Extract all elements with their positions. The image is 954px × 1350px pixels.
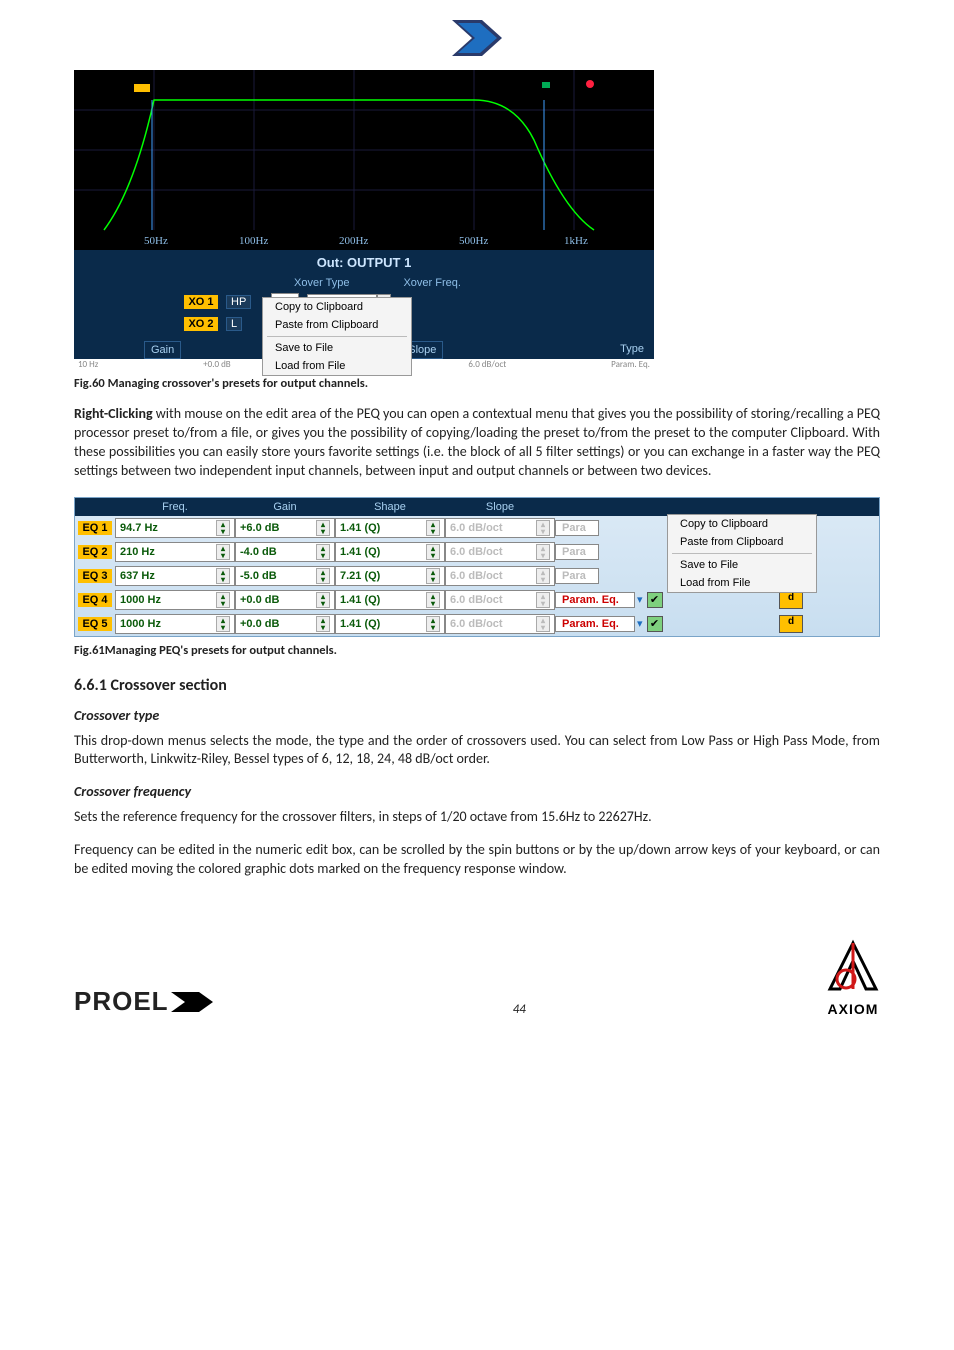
eq-slope[interactable]: 6.0 dB/oct▴▾ bbox=[445, 590, 555, 610]
output-title: Out: OUTPUT 1 bbox=[74, 250, 654, 275]
hdr-gain: Gain bbox=[235, 501, 335, 513]
eq-slope[interactable]: 6.0 dB/oct▴▾ bbox=[445, 614, 555, 634]
xo1-mode[interactable]: HP bbox=[226, 295, 251, 309]
right-click-paragraph: Right-Clicking with mouse on the edit ar… bbox=[74, 405, 880, 481]
svg-text:500Hz: 500Hz bbox=[459, 235, 488, 247]
svg-text:100Hz: 100Hz bbox=[239, 235, 268, 247]
hdr-freq: Freq. bbox=[115, 501, 235, 513]
xo2-mode[interactable]: L bbox=[226, 317, 242, 331]
crossover-freq-heading: Crossover frequency bbox=[74, 783, 880, 800]
hdr-shape: Shape bbox=[335, 501, 445, 513]
fig60-container: 50Hz 100Hz 200Hz 500Hz 1kHz Out: OUTPUT … bbox=[74, 70, 880, 370]
proel-logo: PROEL bbox=[74, 986, 213, 1017]
svg-text:1kHz: 1kHz bbox=[564, 235, 588, 247]
ctx-load[interactable]: Load from File bbox=[263, 357, 411, 375]
eq-gain[interactable]: +0.0 dB▴▾ bbox=[235, 614, 335, 634]
svg-text:50Hz: 50Hz bbox=[144, 235, 168, 247]
eq-row: EQ 51000 Hz▴▾+0.0 dB▴▾1.41 (Q)▴▾6.0 dB/o… bbox=[75, 612, 879, 636]
ctx-copy[interactable]: Copy to Clipboard bbox=[263, 298, 411, 316]
crossover-freq-para2: Frequency can be edited in the numeric e… bbox=[74, 841, 880, 879]
eq-table: Freq. Gain Shape Slope Copy to Clipboard… bbox=[74, 497, 880, 637]
ctx-save[interactable]: Save to File bbox=[263, 339, 411, 357]
eq-gain[interactable]: -5.0 dB▴▾ bbox=[235, 566, 335, 586]
eq-ctx-load[interactable]: Load from File bbox=[668, 574, 816, 592]
crossover-graph: 50Hz 100Hz 200Hz 500Hz 1kHz bbox=[74, 70, 654, 250]
hdr-slope: Slope bbox=[445, 501, 555, 513]
check-icon: ✔ bbox=[647, 592, 663, 608]
check-icon: ✔ bbox=[647, 616, 663, 632]
crossover-freq-para1: Sets the reference frequency for the cro… bbox=[74, 808, 880, 827]
eq-detail-button[interactable]: d bbox=[779, 591, 803, 609]
axiom-logo: AXIOM bbox=[826, 939, 880, 1017]
eq-slope[interactable]: 6.0 dB/oct▴▾ bbox=[445, 518, 555, 538]
page-header-chevron bbox=[74, 20, 880, 60]
eq-freq[interactable]: 637 Hz▴▾ bbox=[115, 566, 235, 586]
eq-type-cell[interactable]: Param. Eq.▾✔ bbox=[555, 616, 775, 632]
eq-freq[interactable]: 1000 Hz▴▾ bbox=[115, 590, 235, 610]
ctx-paste[interactable]: Paste from Clipboard bbox=[263, 316, 411, 334]
eq-gain[interactable]: -4.0 dB▴▾ bbox=[235, 542, 335, 562]
eq-tag: EQ 1 bbox=[78, 521, 112, 535]
crossover-type-heading: Crossover type bbox=[74, 707, 880, 724]
eq-ctx-copy[interactable]: Copy to Clipboard bbox=[668, 515, 816, 533]
eq-shape[interactable]: 1.41 (Q)▴▾ bbox=[335, 542, 445, 562]
eq-ctx-save[interactable]: Save to File bbox=[668, 556, 816, 574]
eq-gain[interactable]: +0.0 dB▴▾ bbox=[235, 590, 335, 610]
gain-label: Gain bbox=[144, 341, 181, 359]
eq-ctx-paste[interactable]: Paste from Clipboard bbox=[668, 533, 816, 551]
xover-context-menu: Copy to Clipboard Paste from Clipboard S… bbox=[262, 297, 412, 376]
eq-slope[interactable]: 6.0 dB/oct▴▾ bbox=[445, 542, 555, 562]
page-footer: PROEL 44 AXIOM bbox=[74, 939, 880, 1017]
eq-shape[interactable]: 1.41 (Q)▴▾ bbox=[335, 590, 445, 610]
eq-ctx-sep bbox=[672, 553, 812, 554]
eq-freq[interactable]: 210 Hz▴▾ bbox=[115, 542, 235, 562]
xover-freq-header: Xover Freq. bbox=[403, 277, 460, 289]
xover-panel: Xover Type Xover Freq. XO 1 HP 50.8 Hz ▴… bbox=[74, 275, 654, 341]
eq-tag: EQ 3 bbox=[78, 569, 112, 583]
eq-shape[interactable]: 1.41 (Q)▴▾ bbox=[335, 518, 445, 538]
xo2-label: XO 2 bbox=[184, 317, 218, 331]
xo1-label: XO 1 bbox=[184, 295, 218, 309]
eq-shape[interactable]: 7.21 (Q)▴▾ bbox=[335, 566, 445, 586]
type-label: Type bbox=[614, 341, 650, 359]
eq-context-menu: Copy to Clipboard Paste from Clipboard S… bbox=[667, 514, 817, 593]
eq-tag: EQ 2 bbox=[78, 545, 112, 559]
eq-tag: EQ 5 bbox=[78, 617, 112, 631]
eq-type-cell[interactable]: Param. Eq.▾✔ bbox=[555, 592, 775, 608]
eq-slope[interactable]: 6.0 dB/oct▴▾ bbox=[445, 566, 555, 586]
ctx-separator bbox=[267, 336, 407, 337]
eq-detail-button[interactable]: d bbox=[779, 615, 803, 633]
fig61-caption: Fig.61Managing PEQ's presets for output … bbox=[74, 643, 880, 658]
xover-type-header: Xover Type bbox=[294, 277, 349, 289]
eq-gain[interactable]: +6.0 dB▴▾ bbox=[235, 518, 335, 538]
svg-text:200Hz: 200Hz bbox=[339, 235, 368, 247]
eq-tag: EQ 4 bbox=[78, 593, 112, 607]
eq-shape[interactable]: 1.41 (Q)▴▾ bbox=[335, 614, 445, 634]
crossover-type-para: This drop-down menus selects the mode, t… bbox=[74, 732, 880, 770]
eq-freq[interactable]: 1000 Hz▴▾ bbox=[115, 614, 235, 634]
page-number: 44 bbox=[513, 1002, 526, 1017]
section-heading: 6.6.1 Crossover section bbox=[74, 676, 880, 695]
fig60-caption: Fig.60 Managing crossover's presets for … bbox=[74, 376, 880, 391]
eq-freq[interactable]: 94.7 Hz▴▾ bbox=[115, 518, 235, 538]
